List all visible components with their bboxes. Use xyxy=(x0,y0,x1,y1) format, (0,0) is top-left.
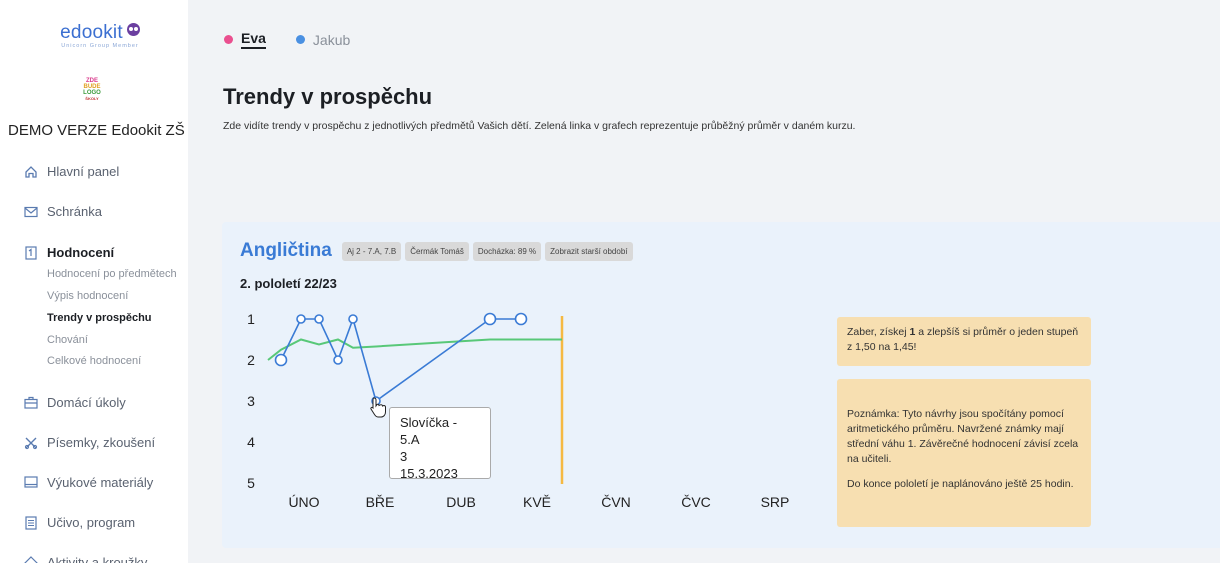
y-tick-label: 3 xyxy=(247,393,255,409)
tooltip-grade: 3 xyxy=(400,449,408,464)
y-tick-label: 2 xyxy=(247,352,255,368)
grade-line xyxy=(280,316,521,403)
tooltip-date: 15.3.2023 xyxy=(400,466,458,481)
y-tick-label: 5 xyxy=(247,475,255,491)
grade-point xyxy=(514,312,528,326)
calculation-note: Poznámka: Tyto návrhy jsou spočítány pom… xyxy=(837,379,1091,527)
grade-point xyxy=(333,355,343,365)
improvement-suggestion: Zaber, získej 1 a zlepšíš si průměr o je… xyxy=(837,317,1091,366)
grade-point xyxy=(314,314,324,324)
x-tick-label: ČVC xyxy=(681,494,711,510)
grade-point xyxy=(296,314,306,324)
remaining-lessons-note: Do konce pololetí je naplánováno ještě 2… xyxy=(847,478,1074,490)
x-tick-label: ÚNO xyxy=(288,494,319,510)
x-tick-label: BŘE xyxy=(366,494,395,510)
tooltip-assessment: Slovíčka - 5.A xyxy=(400,415,458,447)
average-line xyxy=(267,338,562,361)
suggestion-text-pre: Zaber, získej xyxy=(847,326,910,338)
note-paragraph: Poznámka: Tyto návrhy jsou spočítány pom… xyxy=(847,408,1079,465)
x-tick-label: KVĚ xyxy=(523,494,551,510)
grade-point xyxy=(274,353,288,367)
y-tick-label: 4 xyxy=(247,434,255,450)
grade-point xyxy=(483,312,497,326)
x-tick-label: DUB xyxy=(446,494,476,510)
grade-point xyxy=(348,314,358,324)
grade-tooltip: Slovíčka - 5.A 3 15.3.2023 xyxy=(389,407,491,481)
x-tick-label: SRP xyxy=(761,494,790,510)
x-tick-label: ČVN xyxy=(601,494,631,510)
y-tick-label: 1 xyxy=(247,311,255,327)
